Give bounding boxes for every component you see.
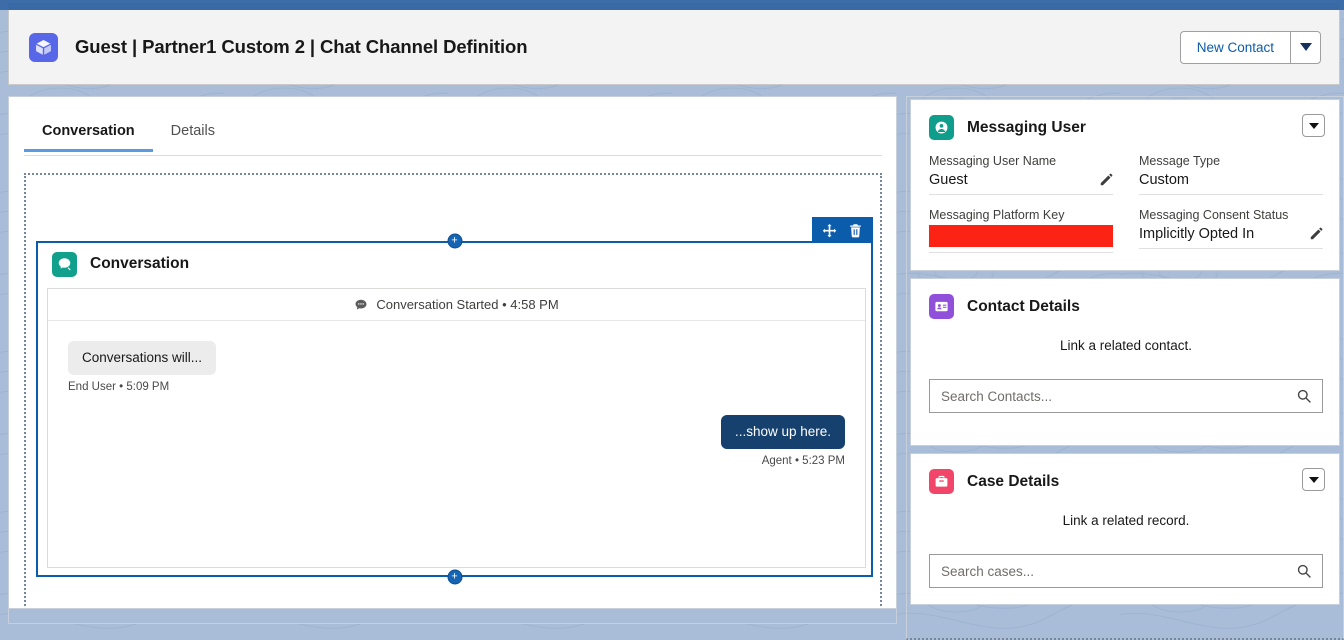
message-row-agent: ...show up here. Agent • 5:23 PM [48,415,865,467]
case-details-menu-button[interactable] [1302,468,1325,491]
case-search-box[interactable] [929,554,1323,588]
new-contact-dropdown-button[interactable] [1290,30,1321,64]
card-title: Messaging User [967,118,1086,136]
chevron-down-icon [1308,122,1319,129]
left-panel: Conversation Details + + Conversation Co… [8,96,897,624]
field-label: Messaging Consent Status [1139,208,1289,222]
card-header: Contact Details [929,293,1323,320]
header-actions: New Contact [1179,30,1321,64]
field-label: Message Type [1139,154,1221,168]
contact-link-hint: Link a related contact. [1059,338,1193,353]
trash-icon[interactable] [847,222,864,239]
chevron-down-icon [1299,43,1312,51]
field-label: Messaging Platform Key [929,208,1065,222]
conversation-started-row: Conversation Started • 4:58 PM [48,289,865,321]
chat-bubble-icon [52,251,77,277]
search-cases-input[interactable] [941,563,1296,579]
messaging-user-fields: Messaging User Name Guest Message Type C… [929,154,1323,255]
field-value: Guest [929,172,968,188]
resize-handle-top[interactable]: + [447,233,462,249]
window-top-band-inner [8,3,1340,10]
messaging-user-icon [929,115,954,140]
redacted-value [929,225,1113,247]
cube-icon [29,32,58,62]
field-label: Messaging User Name [929,154,1057,168]
contact-details-card: Contact Details Link a related contact. [910,278,1340,446]
tab-conversation[interactable]: Conversation [24,119,153,152]
messaging-user-menu-button[interactable] [1302,114,1325,137]
conversation-transcript: Conversation Started • 4:58 PM Conversat… [47,288,866,568]
field-messaging-user-name: Messaging User Name Guest [929,154,1113,197]
contact-search-box[interactable] [929,379,1323,413]
component-toolbar [812,217,873,243]
messaging-user-card: Messaging User Messaging User Name Guest… [910,99,1340,271]
new-contact-button[interactable]: New Contact [1179,30,1290,64]
chat-bubble-icon [355,299,367,310]
field-messaging-consent-status: Messaging Consent Status Implicitly Opte… [1139,208,1323,255]
conversation-component-header: Conversation [38,243,871,285]
tab-details[interactable]: Details [153,119,233,151]
message-meta: Agent • 5:23 PM [761,455,845,468]
search-contacts-input[interactable] [941,388,1296,404]
message-row-end-user: Conversations will... End User • 5:09 PM [48,341,865,393]
move-icon[interactable] [821,222,838,239]
briefcase-icon [929,469,954,494]
field-value: Implicitly Opted In [1139,226,1255,242]
field-messaging-platform-key: Messaging Platform Key [929,208,1113,255]
message-bubble: Conversations will... [68,341,217,376]
case-link-hint: Link a related record. [1062,513,1190,528]
card-header: Messaging User [929,114,1323,141]
pencil-icon[interactable] [1309,227,1323,241]
contact-card-icon [929,294,954,319]
pencil-icon[interactable] [1099,173,1113,187]
conversation-started-text: Conversation Started • 4:58 PM [376,297,559,312]
field-value: Custom [1139,172,1189,188]
page-title: Guest | Partner1 Custom 2 | Chat Channel… [75,36,528,57]
resize-handle-bottom[interactable]: + [447,569,462,585]
card-header: Case Details [929,468,1323,495]
chevron-down-icon [1308,476,1319,483]
card-title: Contact Details [967,297,1080,315]
message-meta: End User • 5:09 PM [68,381,170,394]
conversation-component-title: Conversation [90,255,190,272]
field-message-type: Message Type Custom [1139,154,1323,197]
tab-list: Conversation Details [24,119,882,156]
card-title: Case Details [967,472,1060,490]
search-icon[interactable] [1296,388,1312,404]
right-panel: Messaging User Messaging User Name Guest… [906,96,1344,640]
message-bubble: ...show up here. [720,415,845,450]
search-icon[interactable] [1296,563,1312,579]
case-details-card: Case Details Link a related record. [910,453,1340,605]
conversation-component[interactable]: + + Conversation Conversation Started • … [36,217,873,585]
record-header: Guest | Partner1 Custom 2 | Chat Channel… [8,10,1340,85]
component-dropzone[interactable]: + + Conversation Conversation Started • … [24,173,882,613]
